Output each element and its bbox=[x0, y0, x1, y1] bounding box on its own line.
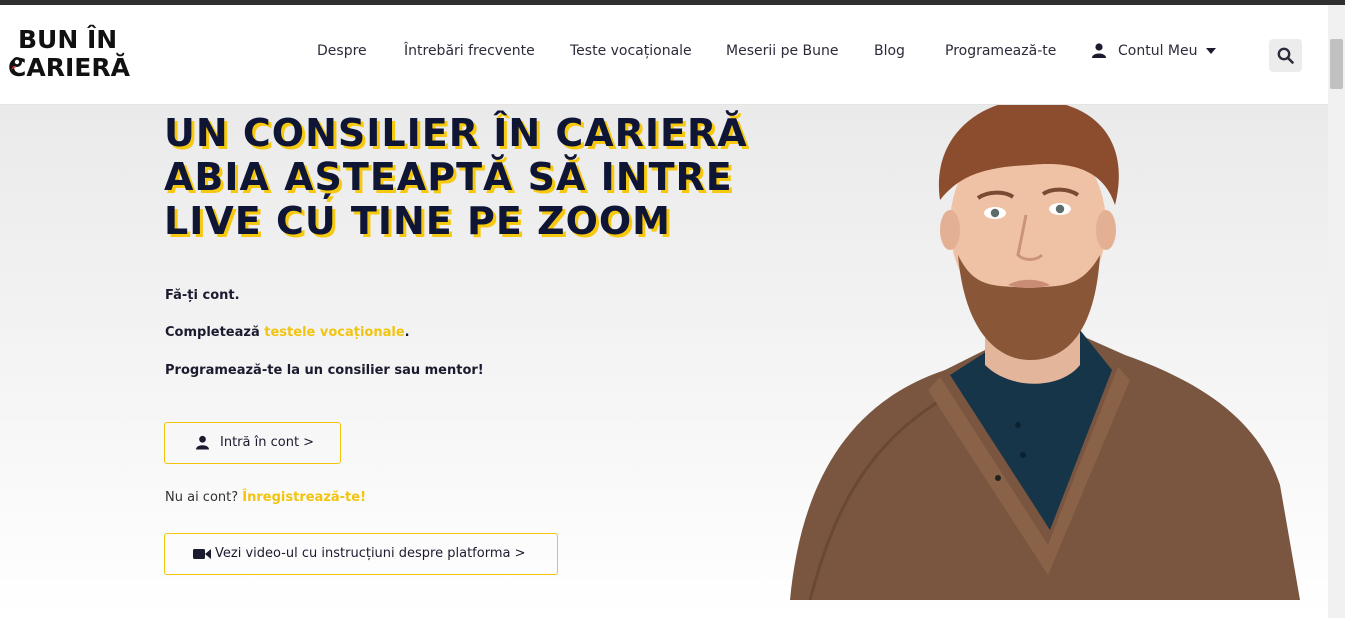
location-pin-icon bbox=[11, 57, 22, 70]
user-icon bbox=[196, 435, 209, 450]
hero-title-line: LIVE CU TINE PE ZOOM bbox=[164, 199, 671, 243]
search-icon bbox=[1277, 47, 1294, 64]
nav-item-blog[interactable]: Blog bbox=[874, 43, 905, 59]
scrollbar-thumb[interactable] bbox=[1330, 39, 1343, 89]
hero-section: UN CONSILIER ÎN CARIERĂ ABIA AȘTEAPTĂ SĂ… bbox=[0, 105, 1328, 618]
user-icon bbox=[1092, 43, 1106, 58]
step-complete-tests: Completează testele vocaționale. bbox=[165, 325, 410, 340]
slider-dot[interactable] bbox=[995, 475, 1001, 481]
nav-item-meserii-pe-bune[interactable]: Meserii pe Bune bbox=[726, 43, 839, 59]
chevron-down-icon bbox=[1206, 48, 1216, 54]
hero-title: UN CONSILIER ÎN CARIERĂ ABIA AȘTEAPTĂ SĂ… bbox=[164, 111, 748, 243]
nav-item-despre[interactable]: Despre bbox=[317, 43, 367, 59]
hero-title-line: ABIA AȘTEAPTĂ SĂ INTRE bbox=[164, 155, 733, 199]
site-header: BUN ÎN CARIERĂ Despre Întrebări frecvent… bbox=[0, 5, 1328, 105]
register-prompt: Nu ai cont? Înregistrează-te! bbox=[165, 490, 366, 505]
step-schedule: Programează-te la un consilier sau mento… bbox=[165, 363, 484, 378]
video-camera-icon bbox=[193, 549, 211, 559]
nav-item-intrebari-frecvente[interactable]: Întrebări frecvente bbox=[404, 43, 535, 59]
register-prefix: Nu ai cont? bbox=[165, 490, 243, 505]
vocational-tests-link[interactable]: testele vocaționale bbox=[264, 325, 404, 340]
step-create-account: Fă-ți cont. bbox=[165, 288, 240, 303]
page-scrollbar[interactable] bbox=[1328, 5, 1345, 618]
logo-text-line1: BUN ÎN bbox=[18, 25, 118, 54]
nav-item-programeaza-te[interactable]: Programează-te bbox=[945, 43, 1056, 59]
logo-text-line2: CARIERĂ bbox=[8, 53, 130, 82]
step2-suffix: . bbox=[404, 325, 410, 340]
instructions-video-button[interactable]: Vezi video-ul cu instrucțiuni despre pla… bbox=[164, 533, 558, 575]
account-label: Contul Meu bbox=[1118, 43, 1198, 59]
register-link[interactable]: Înregistrează-te! bbox=[242, 490, 366, 505]
video-button-label: Vezi video-ul cu instrucțiuni despre pla… bbox=[215, 546, 526, 561]
nav-item-teste-vocationale[interactable]: Teste vocaționale bbox=[570, 43, 692, 59]
hero-title-line: UN CONSILIER ÎN CARIERĂ bbox=[164, 111, 748, 155]
login-button[interactable]: Intră în cont > bbox=[164, 422, 341, 464]
consultant-portrait-image bbox=[790, 105, 1300, 600]
site-logo[interactable]: BUN ÎN CARIERĂ bbox=[8, 25, 132, 85]
login-button-label: Intră în cont > bbox=[220, 435, 315, 450]
step2-prefix: Completează bbox=[165, 325, 265, 340]
search-button[interactable] bbox=[1269, 39, 1302, 72]
